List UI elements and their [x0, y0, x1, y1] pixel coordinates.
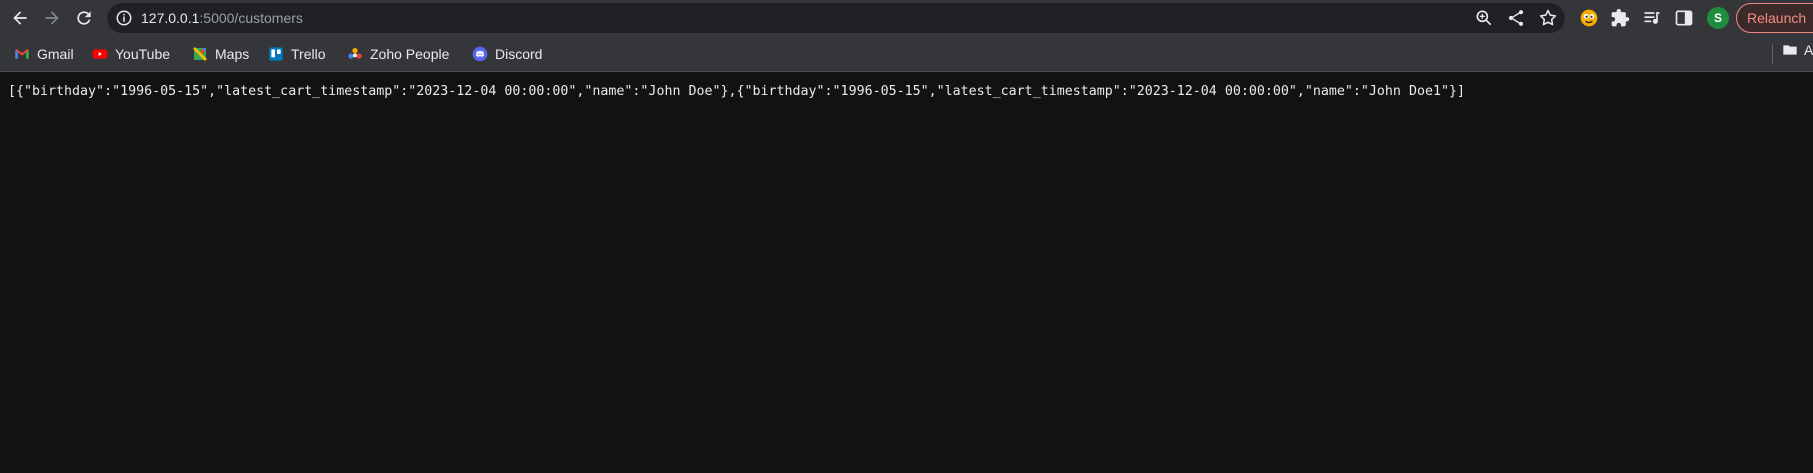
star-icon[interactable]: [1538, 8, 1558, 28]
bookmark-youtube[interactable]: YouTube: [88, 42, 174, 66]
url-host: 127.0.0.1: [141, 10, 200, 26]
trello-icon: [268, 46, 284, 62]
bookmark-trello[interactable]: Trello: [264, 42, 330, 66]
discord-icon: [472, 46, 488, 62]
json-response-text: [{"birthday":"1996-05-15","latest_cart_t…: [8, 84, 1465, 99]
forward-button[interactable]: [38, 4, 66, 32]
media-controls-icon[interactable]: [1641, 7, 1663, 29]
gmail-icon: [14, 46, 30, 62]
side-panel-icon[interactable]: [1673, 7, 1695, 29]
extension-tampermonkey-icon[interactable]: [1578, 7, 1600, 29]
bookmark-label: Trello: [291, 46, 326, 62]
back-button[interactable]: [6, 4, 34, 32]
reload-button[interactable]: [70, 4, 98, 32]
page-content: [{"birthday":"1996-05-15","latest_cart_t…: [0, 72, 1813, 473]
zoom-icon[interactable]: [1474, 8, 1494, 28]
bookmark-label: YouTube: [115, 46, 171, 62]
url-text[interactable]: 127.0.0.1:5000/customers: [141, 3, 303, 33]
bookmark-label: Zoho People: [370, 46, 450, 62]
address-bar[interactable]: 127.0.0.1:5000/customers: [107, 3, 1565, 33]
extensions-puzzle-icon[interactable]: [1609, 7, 1631, 29]
bookmark-maps[interactable]: Maps: [188, 42, 253, 66]
folder-icon: [1783, 45, 1797, 55]
profile-avatar[interactable]: S: [1707, 7, 1729, 29]
bookmarks-bar: Gmail YouTube Maps Trello Zoho People Di…: [0, 36, 1813, 72]
browser-toolbar: 127.0.0.1:5000/customers S Relaunch: [0, 0, 1813, 36]
relaunch-button[interactable]: Relaunch: [1736, 3, 1813, 33]
info-icon[interactable]: [115, 9, 133, 27]
arrow-left-icon: [13, 11, 27, 25]
bookmark-gmail[interactable]: Gmail: [10, 42, 78, 66]
bookmark-zoho-people[interactable]: Zoho People: [343, 42, 453, 66]
bookmark-label: Discord: [495, 46, 543, 62]
bookmark-label: Maps: [215, 46, 250, 62]
bookmark-discord[interactable]: Discord: [468, 42, 546, 66]
maps-icon: [192, 46, 208, 62]
reload-icon: [77, 11, 91, 25]
other-bookmarks[interactable]: A: [1782, 42, 1813, 58]
share-icon[interactable]: [1506, 8, 1526, 28]
url-path: :5000/customers: [199, 10, 303, 26]
bookmark-label: Gmail: [37, 46, 74, 62]
bookmarks-separator: [1772, 44, 1773, 64]
zoho-people-icon: [347, 46, 363, 62]
youtube-icon: [92, 46, 108, 62]
other-bookmarks-label: A: [1804, 42, 1813, 58]
arrow-right-icon: [45, 11, 59, 25]
